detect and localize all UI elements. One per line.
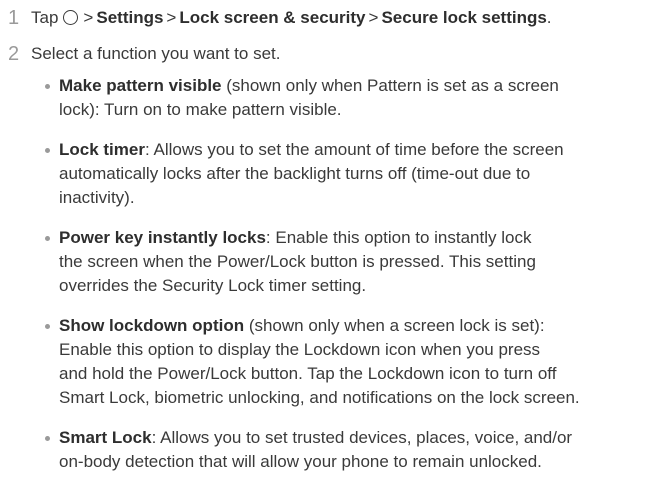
bullet-dot <box>45 84 50 89</box>
item-desc: (shown only when a screen lock is set): <box>244 316 545 335</box>
step-1-prefix: Tap <box>31 8 59 27</box>
path-lock-screen-security: Lock screen & security <box>179 8 366 27</box>
bullet-dot <box>45 236 50 241</box>
item-desc-line: Enable this option to display the Lockdo… <box>59 340 541 359</box>
list-item-text: Smart Lock: Allows you to set trusted de… <box>59 426 649 474</box>
step-number: 1 <box>8 7 20 29</box>
list-item-text: Show lockdown option (shown only when a … <box>59 314 649 410</box>
path-settings: Settings <box>96 8 164 27</box>
path-separator: > <box>368 8 379 27</box>
path-separator: > <box>83 8 94 27</box>
bullet-dot <box>45 148 50 153</box>
item-term: Power key instantly locks <box>59 228 266 247</box>
item-desc: : Allows you to set the amount of time b… <box>144 140 564 159</box>
item-desc: : Allows you to set trusted devices, pla… <box>151 428 573 447</box>
item-desc: : Enable this option to instantly lock <box>265 228 532 247</box>
bullet-dot <box>45 324 50 329</box>
path-secure-lock-settings: Secure lock settings <box>381 8 547 27</box>
item-desc-line: the screen when the Power/Lock button is… <box>59 252 536 271</box>
path-separator: > <box>166 8 177 27</box>
item-term: Smart Lock <box>59 428 152 447</box>
item-desc-line: inactivity). <box>59 188 135 207</box>
step-1-text: Tap > Settings > Lock screen & security > Secu… <box>31 6 552 30</box>
step-number: 2 <box>8 43 20 65</box>
item-desc-line: automatically locks after the backlight … <box>59 164 531 183</box>
item-desc-line: overrides the Security Lock timer settin… <box>59 276 367 295</box>
list-item-text: Make pattern visible (shown only when Pa… <box>59 74 649 122</box>
item-desc-line: and hold the Power/Lock button. Tap the … <box>59 364 557 383</box>
list-item-text: Lock timer: Allows you to set the amount… <box>59 138 649 210</box>
item-term: Lock timer <box>59 140 145 159</box>
item-term: Show lockdown option <box>59 316 245 335</box>
item-desc-line: lock): Turn on to make pattern visible. <box>59 100 342 119</box>
step-2-text: Select a function you want to set. <box>31 44 281 63</box>
list-item-text: Power key instantly locks: Enable this o… <box>59 226 649 298</box>
item-term: Make pattern visible <box>59 76 222 95</box>
circle-home-icon <box>63 10 79 25</box>
bullet-dot <box>45 436 50 441</box>
item-desc-line: Smart Lock, biometric unlocking, and not… <box>59 388 580 407</box>
step-1-period: . <box>546 8 552 27</box>
item-desc: (shown only when Pattern is set as a scr… <box>221 76 559 95</box>
item-desc-line: on-body detection that will allow your p… <box>59 452 542 471</box>
